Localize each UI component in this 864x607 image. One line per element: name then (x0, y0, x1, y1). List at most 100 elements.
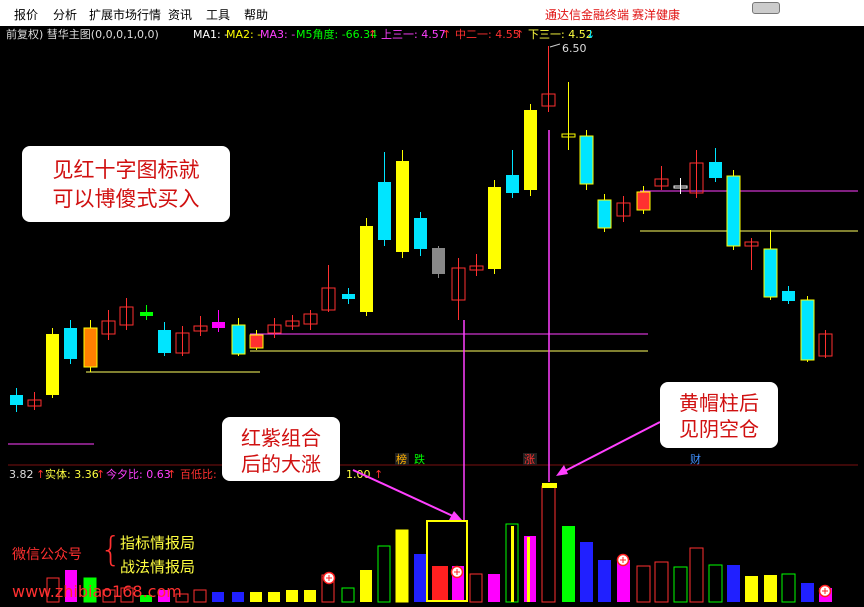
sub-v1: 3.82 (9, 468, 34, 481)
tag-bang: 榜 (396, 452, 407, 466)
menu-analysis[interactable]: 分析 (53, 6, 77, 23)
up-arrow-icon: ↑ (515, 28, 524, 41)
indicator-title: 前复权) 彗华主图(0,0,0,1,0,0) (6, 27, 159, 41)
volume-bar (708, 564, 723, 603)
candle-body (46, 334, 59, 395)
ma2-label: MA2: - (226, 28, 261, 41)
callout-text: 可以博傻式买入 (52, 187, 200, 211)
brand-terminal: 通达信金融终端 (545, 8, 630, 22)
volume-bar (541, 485, 556, 603)
candle-body (579, 135, 594, 185)
down3-label: 下三一: 4.52 (528, 28, 593, 41)
candle-body (360, 226, 373, 312)
wechat-account-1: 指标情报局 (120, 534, 196, 552)
candle-body (10, 395, 23, 405)
tag-yue: 跌 (414, 452, 425, 466)
volume-stripe (362, 572, 365, 602)
volume-bar (654, 561, 669, 603)
mid2-label: 中二一: 4.55 (455, 28, 520, 41)
volume-bar (580, 542, 593, 602)
volume-bar (304, 590, 316, 602)
candle-body (763, 248, 778, 298)
brace-icon: { (100, 530, 122, 570)
volume-stripe (527, 537, 530, 602)
sub-tail: 1.00 (346, 468, 371, 481)
volume-bar (781, 573, 796, 603)
candle-body (231, 324, 246, 355)
watermark-url: www.zhibiao168.com (12, 582, 182, 601)
menu-bar: 报价 分析 扩展市场行情 资讯 工具 帮助 通达信金融终端 赛洋健康 (0, 0, 864, 26)
up-arrow-icon: ↑ (36, 468, 45, 481)
candlesticks (10, 46, 833, 412)
volume-bar (377, 545, 391, 603)
candle-body (212, 322, 225, 328)
ma1-label: MA1: - (193, 28, 228, 41)
volume-bar (488, 574, 500, 602)
high-price-label: 6.50 (562, 42, 587, 55)
wechat-account-2: 战法情报局 (120, 558, 196, 576)
volume-bar (414, 554, 426, 602)
candle-body (378, 182, 391, 240)
up-arrow-icon: ↑ (368, 28, 377, 41)
callout-buy-signal: 见红十字图标就 可以博傻式买入 (22, 146, 230, 222)
up3-label: 上三一: 4.57 (381, 28, 446, 41)
window-control-button[interactable] (752, 2, 780, 14)
volume-bar (469, 573, 483, 603)
volume-bar (341, 587, 355, 603)
up-arrow-icon: ↑ (442, 28, 451, 41)
up-arrow-icon: ↑ (96, 468, 105, 481)
volume-bar (360, 570, 372, 602)
ma3-label: MA3: - (260, 28, 295, 41)
callout-text: 红紫组合 (241, 426, 321, 450)
down-arrow-icon: ↓ (586, 28, 595, 41)
volume-bar (636, 565, 651, 603)
callout-red-purple: 红紫组合 后的大涨 (222, 417, 340, 481)
volume-bar (562, 526, 575, 602)
candle-body (342, 294, 355, 299)
callout-text: 见阴空仓 (679, 417, 759, 441)
candle-body (782, 291, 795, 301)
volume-bar (286, 590, 298, 602)
high-price-pointer (549, 43, 561, 48)
candle-body (140, 312, 153, 316)
callout-text: 黄帽柱后 (679, 391, 759, 415)
candle-body (488, 187, 501, 269)
volume-bar (764, 575, 777, 602)
menu-tools[interactable]: 工具 (206, 6, 230, 23)
menu-quote[interactable]: 报价 (14, 6, 38, 23)
callout-text: 后的大涨 (241, 452, 321, 476)
brand-stock: 赛洋健康 (632, 8, 681, 22)
m5-angle-label: M5角度: -66.34 (296, 27, 377, 41)
candle-body (64, 328, 77, 359)
yellow-cap (542, 483, 557, 488)
candle-body (524, 110, 537, 190)
sub-entity: 实体: 3.36 (45, 467, 99, 481)
candle-body (249, 334, 264, 349)
volume-bar (801, 583, 814, 602)
volume-bar (268, 592, 280, 602)
candle-body (597, 199, 612, 229)
menu-extended-market[interactable]: 扩展市场行情 (89, 6, 161, 23)
kline-chart[interactable]: 前复权) 彗华主图(0,0,0,1,0,0) MA1: - MA2: - MA3… (0, 26, 864, 607)
volume-bar (232, 592, 244, 602)
candle-body (396, 161, 409, 252)
menu-help[interactable]: 帮助 (244, 6, 268, 23)
volume-bar (432, 566, 448, 602)
volume-stripe (511, 526, 514, 602)
volume-bar (212, 592, 224, 602)
callout-arrow (352, 469, 456, 518)
menu-news[interactable]: 资讯 (168, 6, 192, 23)
volume-bar (250, 592, 262, 602)
sub-low-ratio: 百低比: (180, 468, 217, 481)
candle-body (83, 327, 98, 368)
callout-text: 见红十字图标就 (52, 158, 200, 182)
candle-body (432, 248, 445, 274)
candle-body (800, 299, 815, 361)
volume-bar (193, 589, 207, 603)
volume-bar (673, 566, 688, 603)
candle-body (158, 330, 171, 353)
callout-yellow-cap: 黄帽柱后 见阴空仓 (660, 382, 778, 448)
wechat-label: 微信公众号 (12, 547, 82, 563)
arrow-head-icon (556, 465, 568, 476)
volume-bar (727, 565, 740, 602)
